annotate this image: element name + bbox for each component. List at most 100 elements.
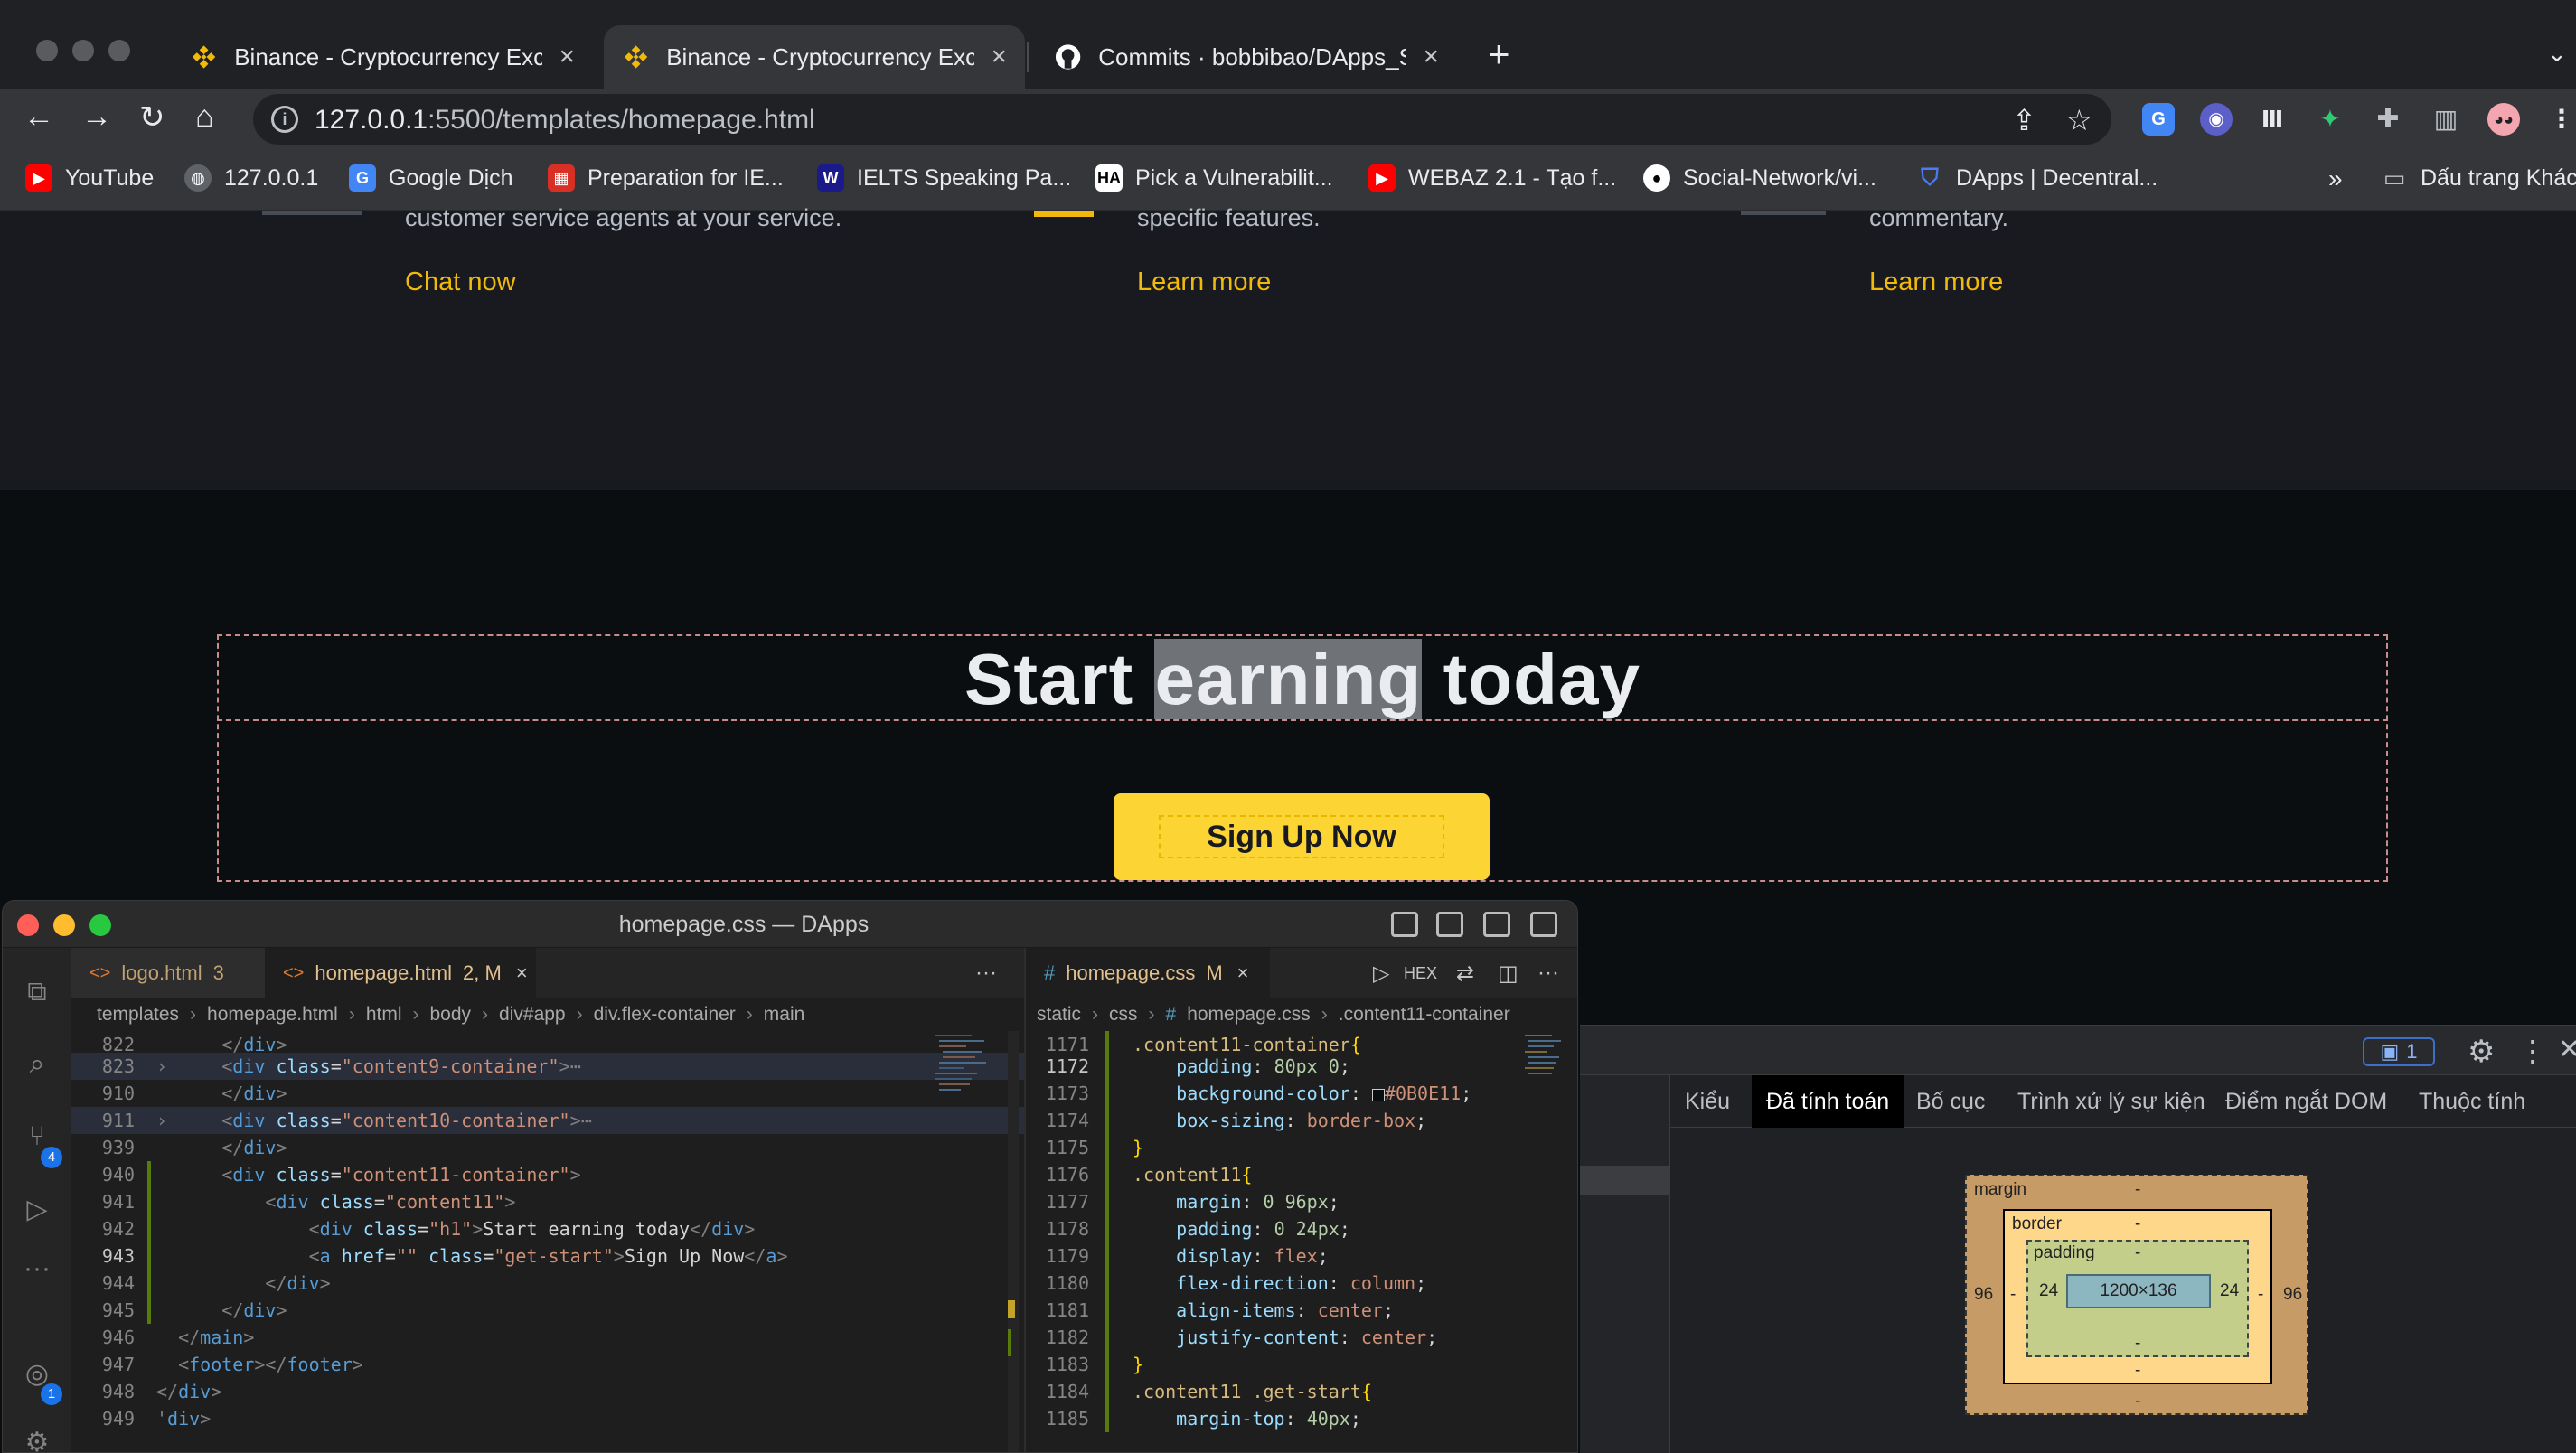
padding-top-value[interactable]: -	[2135, 1243, 2140, 1263]
padding-bottom-value[interactable]: -	[2135, 1334, 2140, 1354]
breadcrumb-item[interactable]: .content11-container	[1339, 1004, 1510, 1026]
extension-lt-icon[interactable]: Ⅲ	[2256, 103, 2289, 136]
tab-close-icon[interactable]: ×	[991, 42, 1007, 72]
browser-tab-2-active[interactable]: Binance - Cryptocurrency Exch ×	[604, 25, 1025, 89]
toggle-sidebar-icon[interactable]	[1391, 912, 1418, 937]
bookmark-google-translate[interactable]: G Google Dịch	[349, 164, 513, 192]
new-tab-icon[interactable]: +	[1488, 33, 1510, 76]
search-icon[interactable]: ⌕	[19, 1049, 55, 1085]
window-close-dot[interactable]	[36, 40, 58, 61]
side-panel-icon[interactable]: ▥	[2430, 103, 2462, 136]
margin-top-value[interactable]: -	[2135, 1180, 2140, 1200]
learn-more-link[interactable]: Learn more	[1869, 267, 2003, 297]
extension-owl-icon[interactable]: ◉	[2200, 103, 2233, 136]
breadcrumb-item[interactable]: html	[366, 1004, 402, 1026]
bookmark-webaz[interactable]: ▶ WEBAZ 2.1 - Tạo f...	[1368, 164, 1616, 192]
bookmark-ielts-prep[interactable]: ▦ Preparation for IE...	[548, 164, 784, 192]
browser-menu-icon[interactable]: ⋮	[2545, 103, 2576, 136]
bookmark-star-icon[interactable]: ☆	[2066, 103, 2092, 137]
back-icon[interactable]: ←	[24, 99, 54, 135]
home-icon[interactable]: ⌂	[195, 99, 214, 135]
border-top-value[interactable]: -	[2135, 1214, 2140, 1234]
tab-layout[interactable]: Bố cục	[1902, 1075, 1999, 1128]
extension-bird-icon[interactable]: ✦	[2314, 103, 2346, 136]
site-info-icon[interactable]: i	[271, 106, 298, 133]
hex-toggle[interactable]: HEX	[1404, 964, 1437, 983]
bookmark-dapps[interactable]: ⛉ DApps | Decentral...	[1916, 164, 2158, 192]
tab-dom-breakpoints[interactable]: Điểm ngắt DOM	[2211, 1075, 2402, 1128]
tab-properties[interactable]: Thuộc tính	[2404, 1075, 2540, 1128]
bookmark-other-folder[interactable]: ▭ Dấu trang Khác	[2381, 164, 2576, 192]
window-zoom-dot[interactable]	[108, 40, 130, 61]
bookmark-vulnerability[interactable]: HA Pick a Vulnerabilit...	[1095, 164, 1333, 192]
margin-right-value[interactable]: 96	[2283, 1285, 2302, 1305]
issues-badge[interactable]: ▣ 1	[2363, 1037, 2435, 1066]
breadcrumb-item[interactable]: templates	[97, 1004, 179, 1026]
tab-event-listeners[interactable]: Trình xử lý sự kiện	[2003, 1075, 2220, 1128]
window-minimize-dot[interactable]	[72, 40, 94, 61]
extensions-puzzle-icon[interactable]: ✚	[2372, 103, 2404, 136]
explorer-icon[interactable]: ⧉	[19, 977, 55, 1013]
tab-logo-html[interactable]: <> logo.html 3	[71, 948, 265, 998]
bookmark-social-network[interactable]: ● Social-Network/vi...	[1643, 164, 1876, 192]
more-actions-icon[interactable]: ···	[975, 961, 997, 986]
browser-tab-1[interactable]: Binance - Cryptocurrency Exch ×	[172, 25, 593, 89]
run-debug-icon[interactable]: ▷	[19, 1194, 55, 1230]
selected-node-row[interactable]	[1580, 1166, 1670, 1195]
customize-layout-icon[interactable]	[1530, 912, 1557, 937]
border-right-value[interactable]: -	[2258, 1285, 2263, 1305]
bookmark-youtube[interactable]: ▶ YouTube	[25, 164, 154, 192]
close-tab-icon[interactable]: ×	[516, 961, 528, 985]
border-bottom-value[interactable]: -	[2135, 1361, 2140, 1381]
breadcrumb-item[interactable]: div#app	[499, 1004, 566, 1026]
forward-icon[interactable]: →	[81, 99, 112, 135]
browser-tab-3[interactable]: Commits · bobbibao/DApps_Su ×	[1036, 25, 1457, 89]
padding-left-value[interactable]: 24	[2039, 1281, 2058, 1301]
breadcrumb-item[interactable]: body	[430, 1004, 472, 1026]
breadcrumb-item[interactable]: static	[1037, 1004, 1081, 1026]
more-actions-icon[interactable]: ···	[1537, 961, 1559, 986]
tab-close-icon[interactable]: ×	[559, 42, 575, 72]
breadcrumb-item[interactable]: main	[764, 1004, 805, 1026]
bookmarks-overflow-button[interactable]: »	[2328, 164, 2343, 193]
tab-homepage-css[interactable]: # homepage.css M ×	[1026, 948, 1270, 998]
tab-computed[interactable]: Đã tính toán	[1752, 1075, 1904, 1128]
padding-right-value[interactable]: 24	[2220, 1281, 2239, 1301]
vertical-scrollbar[interactable]	[1008, 1031, 1019, 1452]
address-url[interactable]: 127.0.0.1:5500/templates/homepage.html	[315, 105, 815, 136]
more-icon[interactable]: ···	[19, 1253, 55, 1289]
manage-gear-icon[interactable]: ⚙	[19, 1427, 55, 1452]
sign-up-button[interactable]: Sign Up Now	[1114, 793, 1490, 880]
tab-close-icon[interactable]: ×	[1423, 42, 1439, 72]
share-icon[interactable]: ⇪	[2012, 103, 2036, 137]
google-translate-extension-icon[interactable]: G	[2142, 103, 2175, 136]
compare-changes-icon[interactable]: ⇄	[1456, 961, 1474, 987]
breadcrumb-item[interactable]: homepage.css	[1187, 1004, 1311, 1026]
tab-styles[interactable]: Kiểu	[1670, 1075, 1744, 1128]
toggle-secondary-sidebar-icon[interactable]	[1483, 912, 1510, 937]
breadcrumb-item[interactable]: homepage.html	[207, 1004, 338, 1026]
profile-avatar[interactable]: ◕◕	[2487, 103, 2520, 136]
tab-search-chevron-icon[interactable]: ⌄	[2547, 40, 2567, 68]
learn-more-link[interactable]: Learn more	[1137, 267, 1271, 297]
settings-gear-icon[interactable]: ⚙	[2468, 1034, 2495, 1070]
split-editor-icon[interactable]: ◫	[1498, 961, 1518, 987]
chat-now-link[interactable]: Chat now	[405, 267, 516, 297]
address-bar[interactable]: i 127.0.0.1:5500/templates/homepage.html…	[253, 94, 2111, 145]
bookmark-localhost[interactable]: ◍ 127.0.0.1	[184, 164, 318, 192]
margin-left-value[interactable]: 96	[1974, 1285, 1993, 1305]
close-tab-icon[interactable]: ×	[1237, 961, 1249, 985]
margin-bottom-value[interactable]: -	[2135, 1392, 2140, 1411]
toggle-panel-icon[interactable]	[1436, 912, 1463, 937]
minimap[interactable]	[1525, 1031, 1577, 1452]
close-icon[interactable]: ✕	[2558, 1034, 2576, 1065]
tab-homepage-html[interactable]: <> homepage.html 2, M ×	[265, 948, 536, 998]
minimap[interactable]	[932, 1031, 995, 1452]
more-options-icon[interactable]: ⋮	[2518, 1034, 2547, 1068]
breadcrumb-item[interactable]: css	[1109, 1004, 1138, 1026]
breadcrumb-item[interactable]: div.flex-container	[594, 1004, 736, 1026]
border-left-value[interactable]: -	[2010, 1285, 2016, 1305]
reload-icon[interactable]: ↻	[139, 99, 165, 136]
bookmark-ielts-speaking[interactable]: W IELTS Speaking Pa...	[817, 164, 1071, 192]
run-icon[interactable]: ▷	[1373, 961, 1389, 987]
